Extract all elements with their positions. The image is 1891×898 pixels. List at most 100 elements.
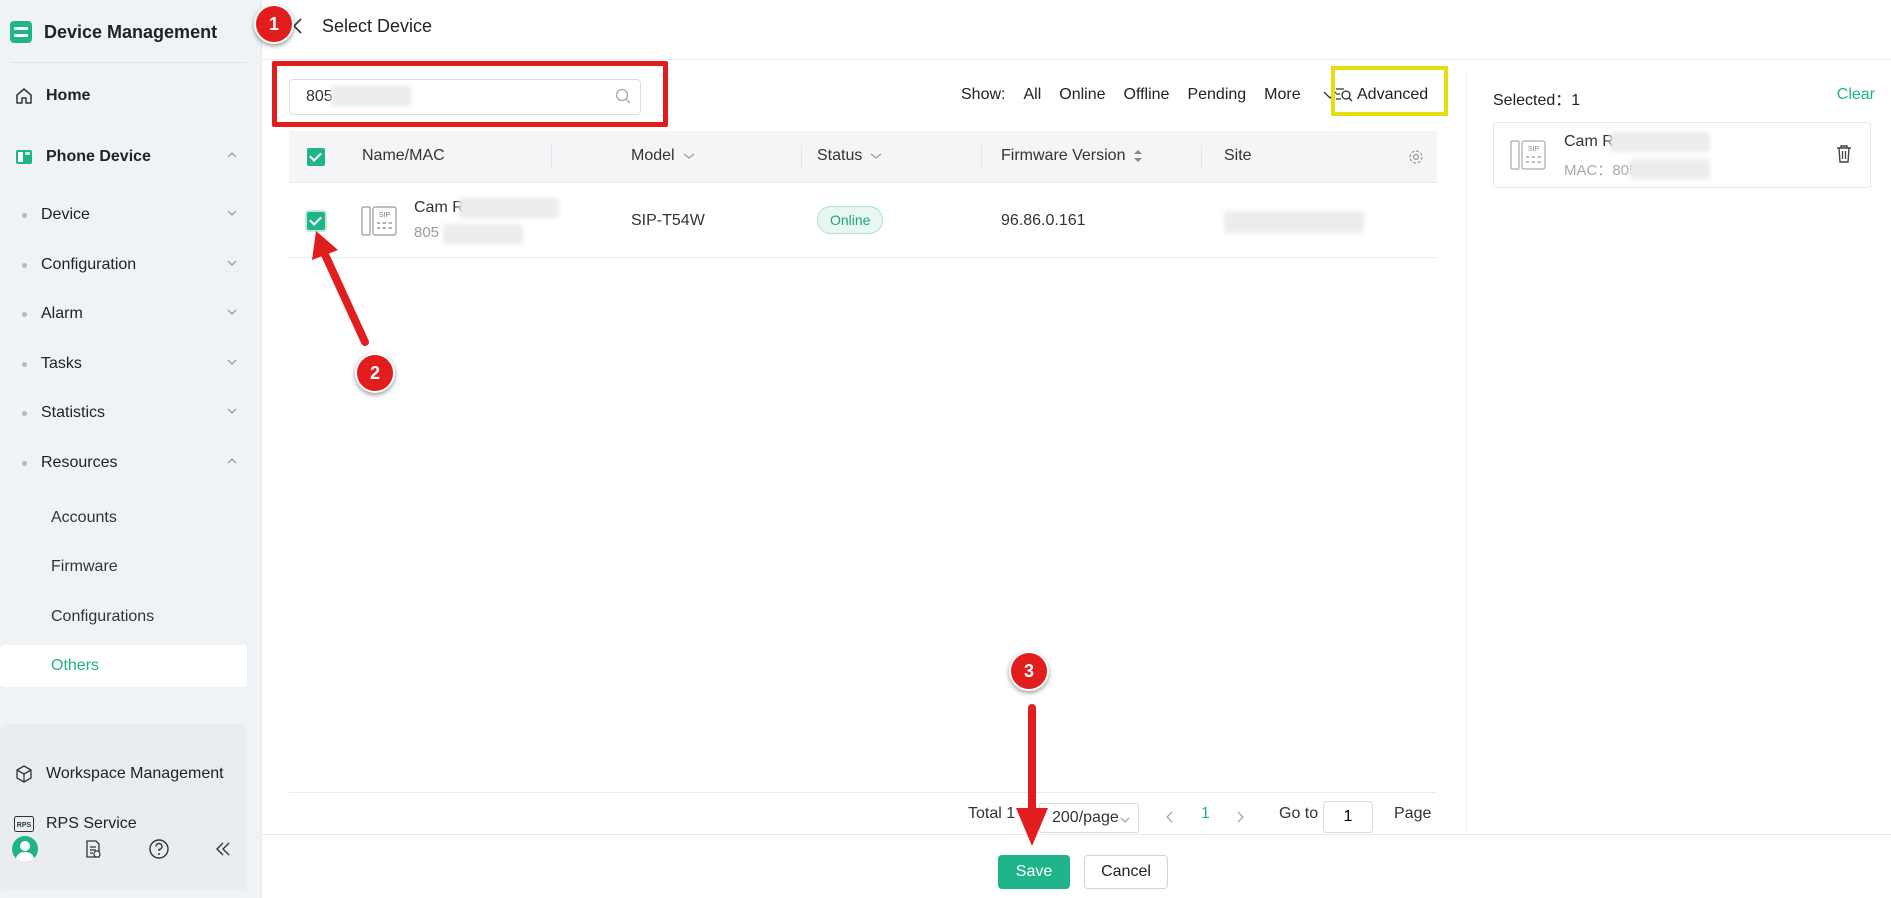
chevron-down-icon: [227, 210, 237, 216]
cancel-button[interactable]: Cancel: [1084, 855, 1168, 889]
trash-icon[interactable]: [1836, 145, 1852, 163]
row-checkbox[interactable]: [305, 210, 327, 232]
sidebar-item-alarm[interactable]: Alarm: [0, 294, 247, 334]
filter-online[interactable]: Online: [1059, 86, 1105, 104]
column-divider: [801, 145, 802, 169]
sidebar-item-phone-device[interactable]: Phone Device: [0, 137, 247, 177]
sidebar-item-others[interactable]: Others: [0, 645, 247, 687]
avatar: [12, 836, 38, 862]
redacted-mask: [1610, 132, 1710, 152]
status-filter-bar: Show: All Online Offline Pending More: [961, 84, 1355, 106]
page-size-select[interactable]: 200/page: [1039, 803, 1139, 833]
annotation-step-3: 3: [1009, 651, 1049, 691]
sidebar-item-accounts[interactable]: Accounts: [0, 497, 247, 539]
mac-label: MAC：: [1564, 162, 1613, 179]
sidebar-item-label: Configuration: [41, 256, 137, 273]
selected-count: Selected：1: [1493, 86, 1580, 110]
sidebar-item-label: RPS Service: [46, 815, 137, 832]
sidebar-item-workspace-management[interactable]: Workspace Management: [14, 754, 224, 794]
chevron-down-icon: [1120, 817, 1130, 823]
sidebar-item-label: Home: [46, 87, 91, 104]
goto-page-input[interactable]: [1323, 801, 1373, 833]
clear-selection-button[interactable]: Clear: [1837, 86, 1875, 104]
column-header-model[interactable]: Model: [631, 147, 695, 165]
column-header-status[interactable]: Status: [817, 147, 882, 165]
search-highlight-box: [272, 61, 668, 127]
table-row[interactable]: SIP Cam R 805 SIP-T54W Online 96.86.0.16…: [289, 184, 1437, 258]
goto-label: Go to: [1279, 805, 1319, 822]
prev-page-icon[interactable]: [1165, 811, 1175, 823]
sidebar-item-label: Resources: [41, 454, 118, 471]
selected-panel: Selected：1 Clear SIP Cam R MAC：805: [1466, 70, 1891, 830]
firmware-version: 96.86.0.161: [1001, 212, 1086, 229]
sip-phone-icon: SIP: [361, 206, 397, 236]
sidebar-item-firmware[interactable]: Firmware: [0, 546, 247, 588]
chevron-down-icon: [683, 153, 694, 159]
sidebar-item-resources[interactable]: Resources: [0, 443, 247, 483]
divider: [10, 62, 247, 63]
gear-icon[interactable]: [1408, 149, 1424, 165]
page-label: Page: [1394, 805, 1432, 822]
header: Select Device: [262, 0, 1891, 60]
annotation-step-2: 2: [355, 353, 395, 393]
chevron-up-icon: [227, 458, 237, 464]
selected-device-mac: MAC：805: [1564, 159, 1637, 180]
sidebar: Device Management Home Phone Device Devi…: [0, 0, 262, 898]
annotation-step-1: 1: [254, 4, 294, 44]
document-icon: [86, 840, 101, 858]
column-header-firmware-version[interactable]: Firmware Version: [1001, 147, 1143, 165]
sort-icon: [1134, 150, 1143, 162]
next-page-icon[interactable]: [1235, 811, 1245, 823]
chevron-down-icon: [870, 153, 882, 159]
table-header: Name/MAC Model Status Firmware Version S…: [289, 131, 1437, 183]
column-header-site[interactable]: Site: [1224, 147, 1252, 165]
rps-icon: RPS: [14, 814, 34, 834]
filter-offline[interactable]: Offline: [1124, 86, 1170, 104]
sip-icon-text: SIP: [379, 212, 391, 219]
redacted-mask: [1630, 159, 1710, 179]
sidebar-item-device[interactable]: Device: [0, 195, 247, 235]
redacted-mask: [459, 198, 559, 218]
column-divider: [551, 145, 552, 169]
device-name: Cam R: [414, 199, 464, 216]
chevron-up-icon: [227, 152, 237, 158]
save-button[interactable]: Save: [998, 855, 1070, 889]
filter-more[interactable]: More: [1264, 86, 1337, 104]
home-icon: [14, 86, 34, 106]
chevron-down-icon: [227, 309, 237, 315]
filter-all[interactable]: All: [1023, 86, 1041, 104]
sidebar-item-label: Tasks: [41, 355, 82, 372]
pagination: Total 1 200/page 1 Go to Page: [289, 792, 1437, 833]
sidebar-item-label: Device: [41, 206, 90, 223]
column-divider: [981, 145, 982, 169]
sidebar-item-home[interactable]: Home: [0, 76, 247, 116]
status-badge: Online: [817, 206, 884, 234]
footer: Save Cancel: [262, 834, 1891, 898]
bullet-icon: [22, 212, 27, 218]
sip-phone-icon: SIP: [1510, 140, 1546, 170]
device-management-logo-icon: [10, 21, 32, 43]
sidebar-item-label: Phone Device: [46, 148, 151, 165]
sidebar-item-label: Statistics: [41, 404, 106, 421]
sidebar-item-statistics[interactable]: Statistics: [0, 393, 247, 433]
selected-device-card: SIP Cam R MAC：805: [1493, 122, 1871, 188]
chevron-down-icon: [227, 359, 237, 365]
documents-button[interactable]: [78, 834, 108, 864]
column-header-name-mac[interactable]: Name/MAC: [362, 147, 445, 165]
chevron-down-icon: [227, 408, 237, 414]
filter-pending[interactable]: Pending: [1187, 86, 1246, 104]
filter-label: Show:: [961, 86, 1006, 103]
sidebar-item-tasks[interactable]: Tasks: [0, 344, 247, 384]
bullet-icon: [22, 460, 27, 466]
collapse-sidebar-button[interactable]: [208, 834, 238, 864]
page-number-current[interactable]: 1: [1201, 805, 1210, 823]
column-header-label: Firmware Version: [1001, 147, 1126, 164]
sidebar-item-configuration[interactable]: Configuration: [0, 245, 247, 285]
sidebar-item-configurations[interactable]: Configurations: [0, 596, 247, 638]
select-all-checkbox[interactable]: [307, 148, 325, 166]
phone-device-icon: [14, 147, 34, 167]
sidebar-item-label: Alarm: [41, 305, 83, 322]
user-avatar-button[interactable]: [10, 834, 40, 864]
help-button[interactable]: [144, 834, 174, 864]
selected-label: Selected：: [1493, 92, 1572, 109]
